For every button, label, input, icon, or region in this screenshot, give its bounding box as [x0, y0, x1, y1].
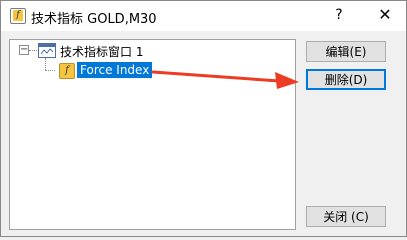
help-button[interactable]: ? [329, 5, 349, 25]
close-window-button[interactable]: ✕ [373, 5, 397, 25]
delete-button[interactable]: 删除(D) [306, 69, 386, 90]
tree-connector [45, 70, 55, 71]
edit-button[interactable]: 编辑(E) [306, 41, 386, 62]
red-arrow-annotation [151, 70, 299, 89]
chart-window-icon [38, 43, 56, 58]
tree-connector [29, 50, 37, 51]
indicators-dialog: f 技术指标 GOLD,M30 ? ✕ − 技术指标窗口 1 f Force I… [0, 0, 407, 237]
close-button[interactable]: 关闭 (C) [306, 206, 386, 227]
indicator-app-icon: f [10, 8, 26, 24]
tree-connector [45, 58, 46, 70]
tree-node-force-index[interactable]: Force Index [77, 62, 153, 78]
function-icon: f [59, 63, 75, 79]
collapse-icon[interactable]: − [19, 45, 29, 55]
tree-node-indicator-window[interactable]: 技术指标窗口 1 [60, 43, 143, 60]
title-bar: f 技术指标 GOLD,M30 ? ✕ [1, 1, 406, 31]
window-title: 技术指标 GOLD,M30 [31, 12, 157, 27]
